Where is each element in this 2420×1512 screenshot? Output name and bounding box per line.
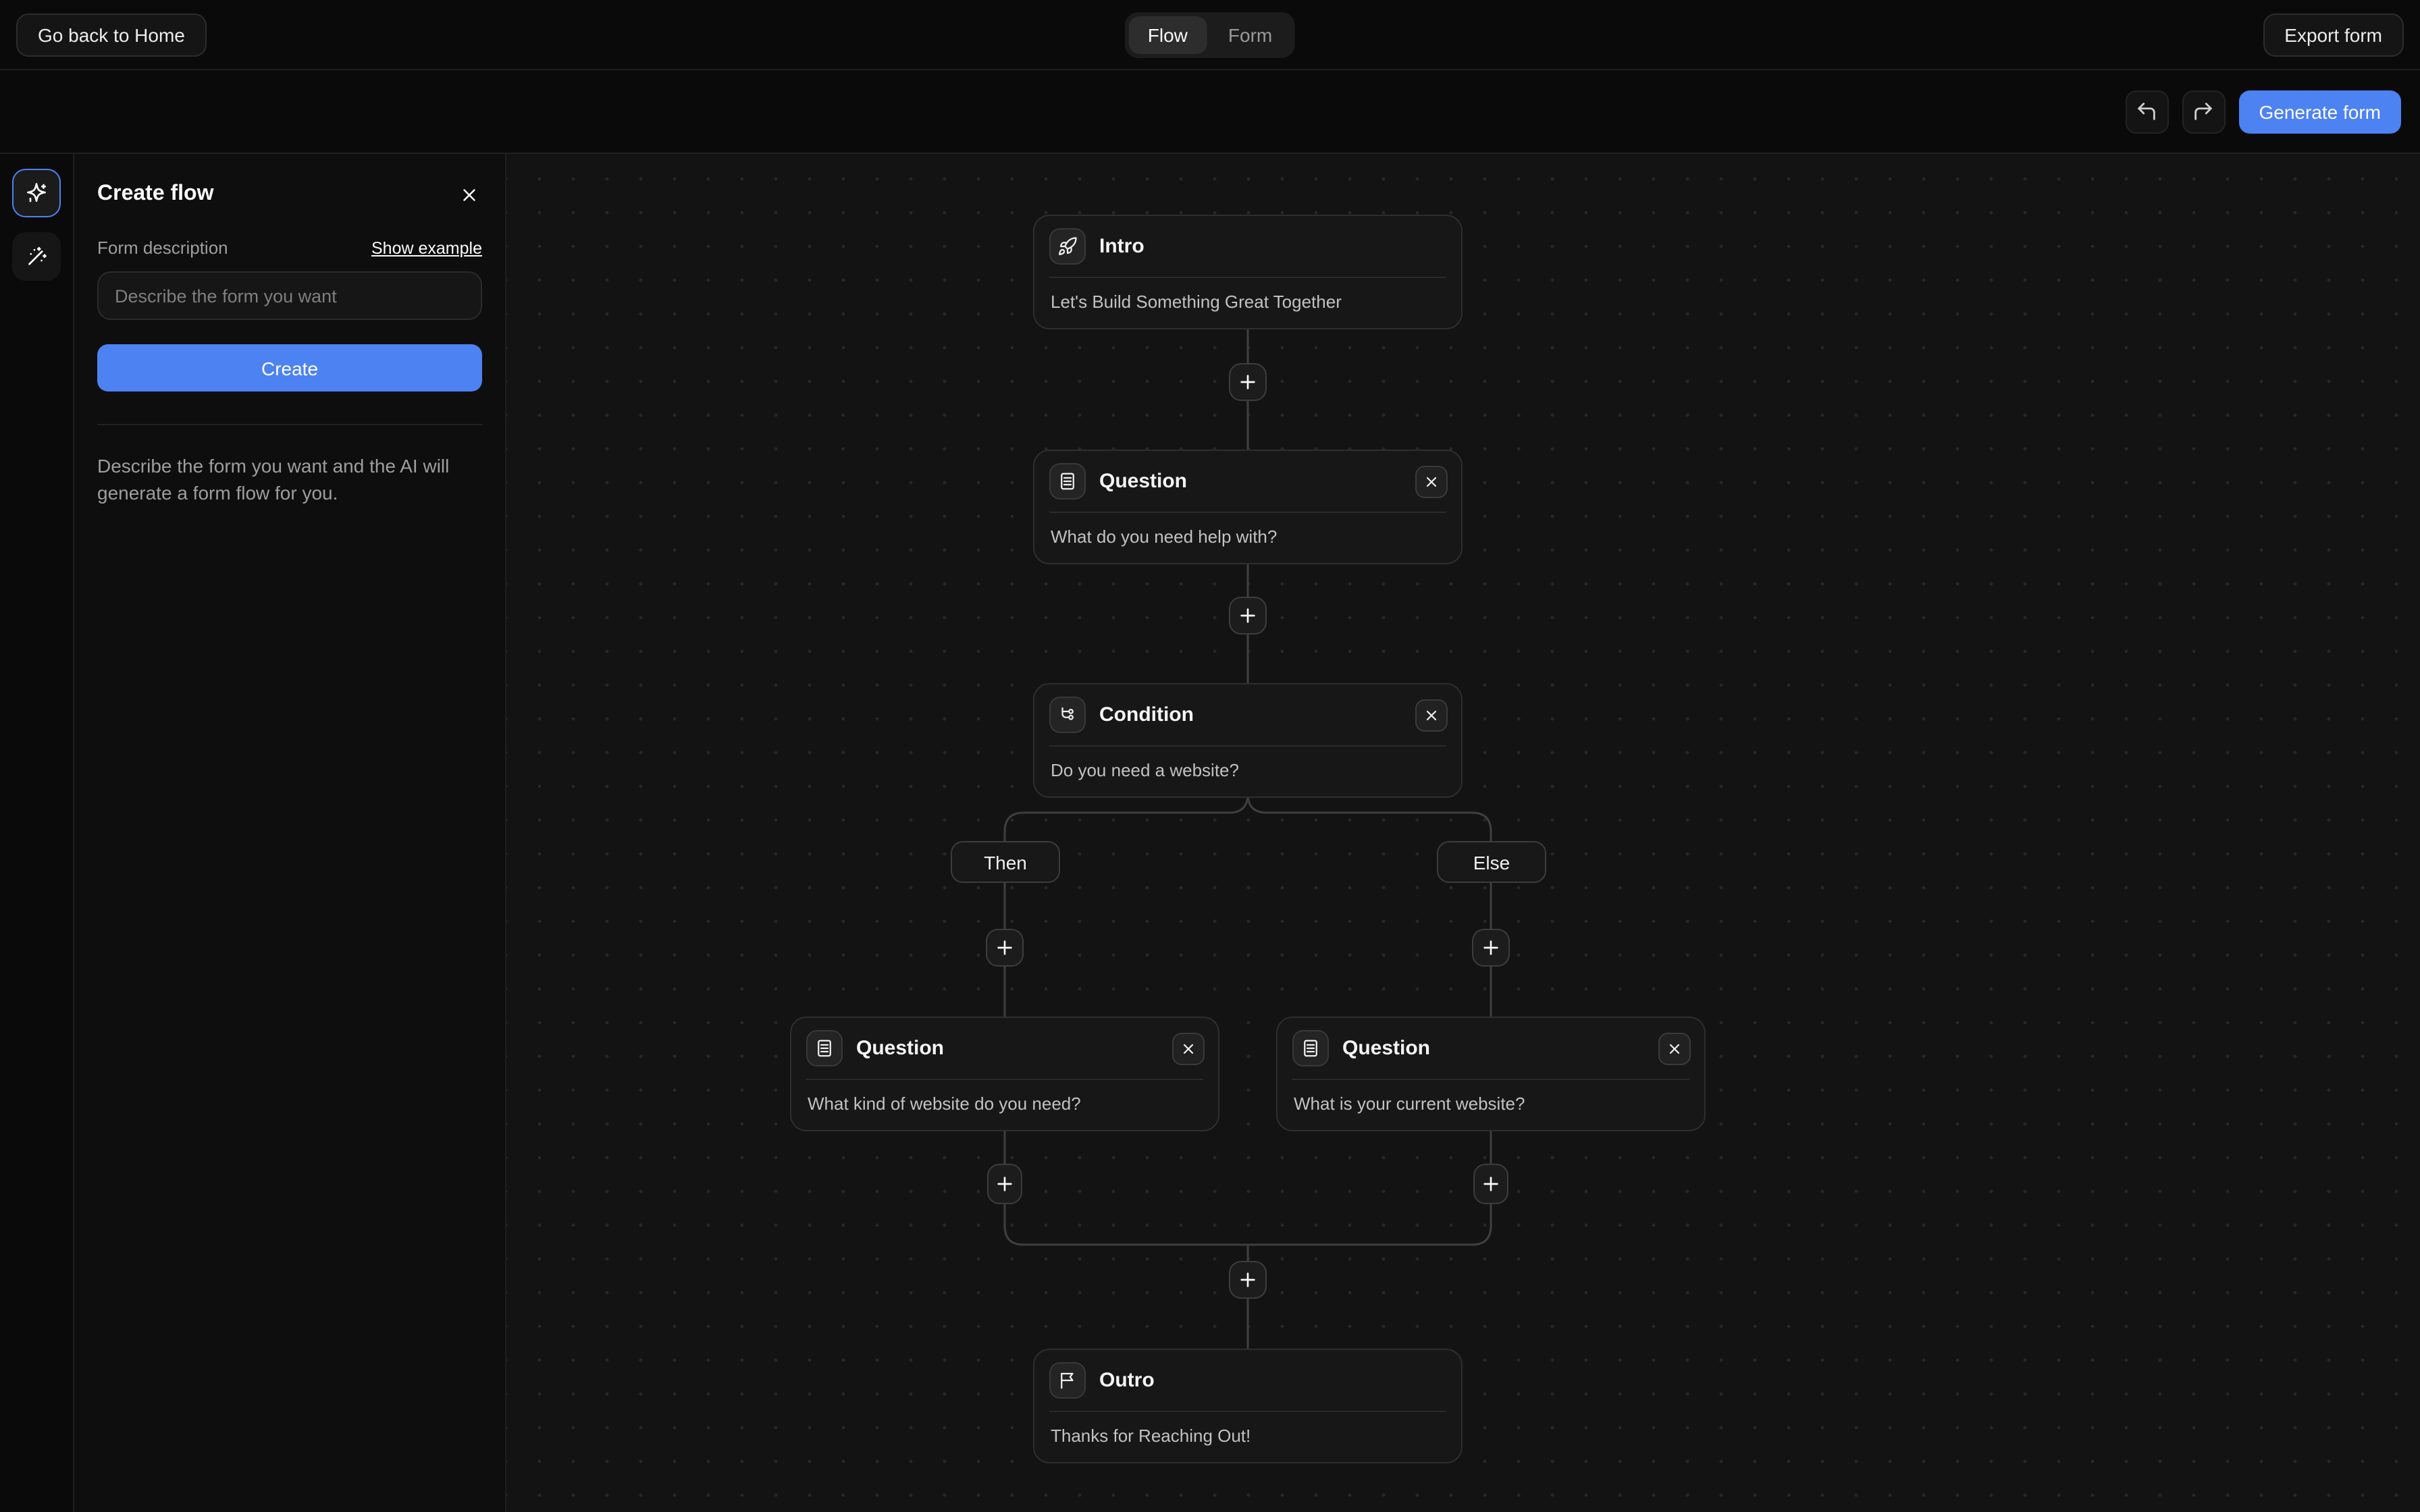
node-title: Intro [1099, 235, 1145, 258]
node-title: Condition [1099, 703, 1194, 726]
add-node-button[interactable] [1229, 597, 1267, 634]
close-panel-button[interactable] [455, 181, 482, 208]
flow-node-question-3[interactable]: Question What is your current website? [1276, 1017, 1706, 1131]
add-node-button[interactable] [987, 1164, 1022, 1204]
plus-icon [1237, 1269, 1259, 1291]
delete-node-button[interactable] [1658, 1032, 1691, 1064]
plus-icon [1480, 937, 1502, 959]
close-icon [1423, 707, 1440, 723]
node-body: What kind of website do you need? [791, 1080, 1218, 1130]
add-node-button[interactable] [1473, 1164, 1508, 1204]
redo-button[interactable] [2182, 90, 2225, 133]
magic-wand-icon [24, 244, 49, 269]
show-example-link[interactable]: Show example [371, 239, 482, 258]
sparkles-icon [24, 181, 49, 205]
app-window: Go back to Home Flow Form Export form Ge… [0, 0, 2420, 1512]
delete-node-button[interactable] [1415, 699, 1448, 731]
panel-title: Create flow [97, 182, 214, 207]
form-rows-icon [806, 1030, 843, 1066]
form-description-input[interactable] [97, 271, 482, 320]
node-body: Let's Build Something Great Together [1034, 278, 1461, 328]
flow-node-question-1[interactable]: Question What do you need help with? [1033, 450, 1463, 564]
flag-icon [1049, 1362, 1086, 1399]
export-form-button[interactable]: Export form [2263, 13, 2404, 56]
node-body: What do you need help with? [1034, 513, 1461, 563]
close-icon [1423, 473, 1440, 489]
magic-wand-tool-button[interactable] [12, 232, 61, 281]
node-body: Thanks for Reaching Out! [1034, 1412, 1461, 1462]
top-bar: Go back to Home Flow Form Export form [0, 0, 2420, 70]
delete-node-button[interactable] [1172, 1032, 1205, 1064]
tab-form[interactable]: Form [1209, 16, 1291, 53]
canvas-toolbar: Generate form [0, 70, 2420, 154]
node-body: Do you need a website? [1034, 747, 1461, 796]
add-node-button[interactable] [1229, 363, 1267, 401]
create-button[interactable]: Create [97, 344, 482, 392]
form-description-label: Form description [97, 238, 228, 258]
form-rows-icon [1049, 463, 1086, 500]
branch-tree-icon [1049, 697, 1086, 733]
tab-flow[interactable]: Flow [1129, 16, 1207, 53]
view-switcher: Flow Form [1125, 11, 1295, 57]
delete-node-button[interactable] [1415, 465, 1448, 497]
plus-icon [1237, 371, 1259, 393]
node-title: Question [856, 1037, 944, 1060]
plus-icon [994, 937, 1016, 959]
node-title: Question [1099, 470, 1187, 493]
form-rows-icon [1292, 1030, 1329, 1066]
node-body: What is your current website? [1278, 1080, 1704, 1130]
close-icon [458, 184, 479, 205]
flow-node-question-2[interactable]: Question What kind of website do you nee… [790, 1017, 1219, 1131]
create-flow-panel: Create flow Form description Show exampl… [74, 154, 506, 1512]
redo-icon [2192, 100, 2215, 123]
close-icon [1180, 1040, 1196, 1056]
plus-icon [1480, 1173, 1502, 1195]
branch-else-badge[interactable]: Else [1437, 841, 1546, 883]
tool-rail [0, 154, 74, 1512]
plus-icon [1237, 605, 1259, 626]
add-node-button[interactable] [1229, 1261, 1267, 1299]
undo-button[interactable] [2125, 90, 2168, 133]
plus-icon [994, 1173, 1016, 1195]
close-icon [1666, 1040, 1683, 1056]
flow-connectors [506, 154, 2420, 1512]
node-title: Question [1342, 1037, 1430, 1060]
rocket-icon [1049, 228, 1086, 265]
generate-form-button[interactable]: Generate form [2238, 90, 2401, 133]
flow-node-condition[interactable]: Condition Do you need a website? [1033, 683, 1463, 798]
flow-node-outro[interactable]: Outro Thanks for Reaching Out! [1033, 1349, 1463, 1463]
branch-then-badge[interactable]: Then [951, 841, 1060, 883]
create-flow-tool-button[interactable] [12, 169, 61, 217]
undo-icon [2135, 100, 2158, 123]
node-title: Outro [1099, 1369, 1155, 1392]
flow-node-intro[interactable]: Intro Let's Build Something Great Togeth… [1033, 215, 1463, 329]
add-node-button[interactable] [1472, 929, 1510, 967]
go-back-home-button[interactable]: Go back to Home [16, 13, 207, 56]
add-node-button[interactable] [986, 929, 1024, 967]
divider [97, 424, 482, 425]
panel-description: Describe the form you want and the AI wi… [97, 452, 482, 507]
flow-canvas[interactable]: Intro Let's Build Something Great Togeth… [506, 154, 2420, 1512]
